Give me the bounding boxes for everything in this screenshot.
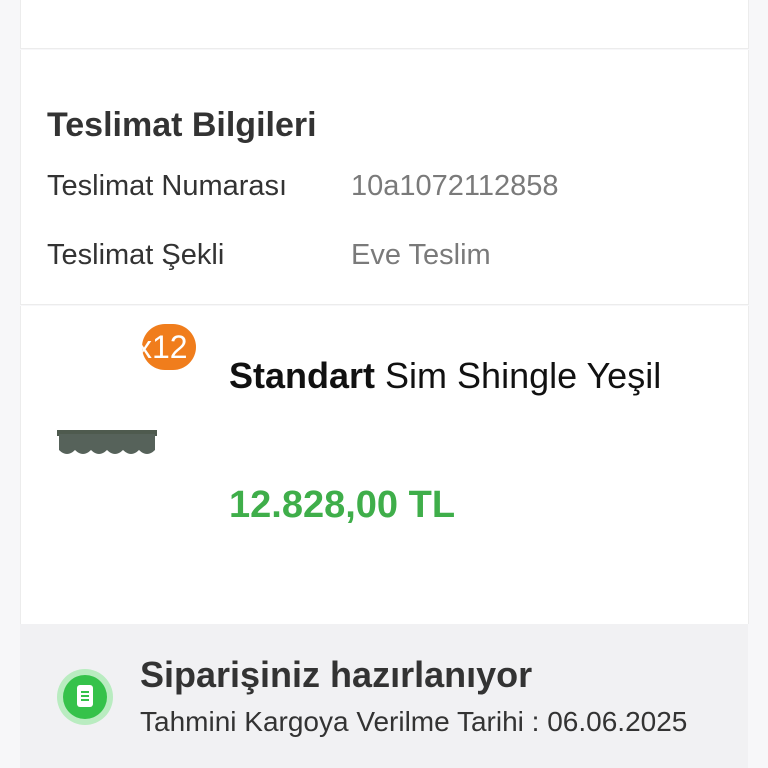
delivery-info-card: Teslimat Bilgileri Teslimat Numarası 10a… (20, 50, 749, 305)
estimated-shipping-date: Tahmini Kargoya Verilme Tarihi : 06.06.2… (140, 706, 688, 737)
product-card[interactable]: x12 Standart Sim Shingle Yeşil 12.828,00… (20, 306, 749, 624)
delivery-method-label: Teslimat Şekli (47, 239, 225, 271)
quantity-badge: x12 (142, 324, 196, 370)
product-name[interactable]: Standart Sim Shingle Yeşil (229, 352, 669, 400)
document-icon (57, 669, 113, 725)
delivery-number-label: Teslimat Numarası (47, 170, 288, 202)
product-title: Sim Shingle Yeşil (375, 355, 662, 396)
delivery-info-title: Teslimat Bilgileri (47, 106, 317, 144)
delivery-number-value: 10a1072112858 (351, 170, 559, 202)
previous-section-card (20, 0, 749, 49)
product-price: 12.828,00 TL (229, 484, 456, 526)
delivery-method-value: Eve Teslim (351, 239, 491, 271)
order-status-bar: Siparişiniz hazırlanıyor Tahmini Kargoya… (20, 624, 748, 768)
order-status-title: Siparişiniz hazırlanıyor (140, 654, 533, 695)
product-brand: Standart (229, 355, 376, 396)
